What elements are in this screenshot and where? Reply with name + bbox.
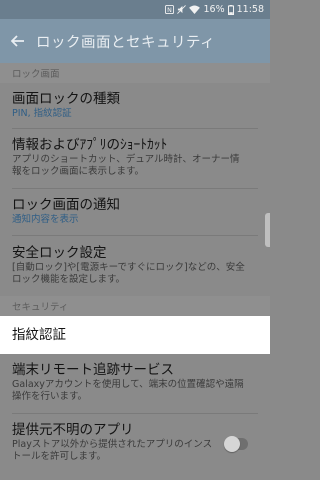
battery-icon <box>227 4 234 15</box>
app-bar: ロック画面とセキュリティ <box>0 19 270 63</box>
item-subtitle: Galaxyアカウントを使用して、端末の位置確認や遠隔操作を行います。 <box>12 379 244 402</box>
item-subtitle: [自動ロック]や[電源キーですぐにロック]などの、安全ロック機能を設定します。 <box>12 262 245 285</box>
item-subtitle: PIN, 指紋認証 <box>12 108 72 119</box>
list-item-find-my-mobile[interactable]: 端末リモート追跡サービス Galaxyアカウントを使用して、端末の位置確認や遠隔… <box>0 354 270 414</box>
svg-text:N: N <box>168 7 173 14</box>
clock: 11:58 <box>236 4 264 15</box>
item-title: 安全ロック設定 <box>12 245 107 261</box>
section-header-security: セキュリティ <box>0 296 270 316</box>
page-title: ロック画面とセキュリティ <box>36 34 216 51</box>
item-title: 指紋認証 <box>12 326 66 343</box>
unknown-sources-toggle[interactable] <box>224 436 248 452</box>
list-item-screen-lock-type[interactable]: 画面ロックの種類 PIN, 指紋認証 <box>0 83 270 129</box>
list-item-info-shortcuts[interactable]: 情報およびｱﾌﾟﾘのｼｮｰﾄｶｯﾄ アプリのショートカット、デュアル時計、オーナ… <box>0 129 270 189</box>
scroll-edge-handle[interactable] <box>265 213 270 247</box>
item-subtitle: Playストア以外から提供されたアプリのインストールを許可します。 <box>12 439 213 462</box>
item-subtitle: 通知内容を表示 <box>12 214 79 225</box>
wifi-icon <box>189 5 201 14</box>
mute-icon <box>177 5 187 14</box>
item-title: 端末リモート追跡サービス <box>12 362 174 378</box>
battery-percent: 16% <box>203 4 225 15</box>
back-arrow-icon <box>11 35 24 47</box>
item-title: 情報およびｱﾌﾟﾘのｼｮｰﾄｶｯﾄ <box>12 137 168 153</box>
settings-list[interactable]: ロック画面 画面ロックの種類 PIN, 指紋認証 情報およびｱﾌﾟﾘのｼｮｰﾄｶ… <box>0 63 270 480</box>
nfc-icon: N <box>165 5 175 14</box>
toggle-knob <box>224 436 240 452</box>
item-title: ロック画面の通知 <box>12 197 120 213</box>
item-title: 画面ロックの種類 <box>12 91 120 107</box>
list-item-secure-lock-settings[interactable]: 安全ロック設定 [自動ロック]や[電源キーですぐにロック]などの、安全ロック機能… <box>0 236 270 296</box>
back-button[interactable] <box>0 19 36 63</box>
list-item-unknown-sources[interactable]: 提供元不明のアプリ Playストア以外から提供されたアプリのインストールを許可し… <box>0 414 270 474</box>
item-subtitle: アプリのショートカット、デュアル時計、オーナー情報をロック画面に表示します。 <box>12 154 240 177</box>
list-item-fingerprint[interactable]: 指紋認証 <box>0 316 270 354</box>
list-item-lock-screen-notifications[interactable]: ロック画面の通知 通知内容を表示 <box>0 189 270 236</box>
status-bar: N 16% 11:58 <box>0 0 270 19</box>
section-header-lock-screen: ロック画面 <box>0 63 270 83</box>
item-title: 提供元不明のアプリ <box>12 422 134 438</box>
